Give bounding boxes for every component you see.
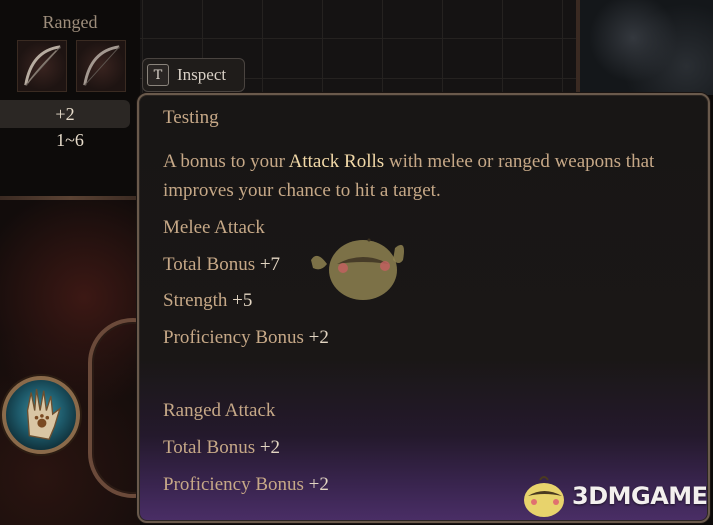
- tooltip-description: A bonus to your Attack Rolls with melee …: [163, 147, 703, 205]
- inspect-key-hint: T: [147, 64, 169, 86]
- stat-label: Total Bonus: [163, 254, 256, 275]
- hand-spell-button[interactable]: [2, 376, 80, 454]
- ranged-weapon-slot-2[interactable]: [76, 40, 126, 92]
- ranged-attack-heading: Ranged Attack: [163, 400, 276, 421]
- bow-icon: [83, 45, 120, 86]
- watermark-text: 3DMGAME: [572, 482, 708, 510]
- ranged-weapon-slot-1[interactable]: [17, 40, 67, 92]
- melee-total-bonus-row: Total Bonus +7: [163, 254, 280, 276]
- hand-icon: [26, 388, 62, 440]
- ranged-proficiency-row: Proficiency Bonus +2: [163, 474, 329, 496]
- bow-icon: [24, 45, 61, 86]
- stat-value: +5: [232, 290, 253, 311]
- stat-value: +2: [259, 437, 281, 458]
- inspect-label: Inspect: [177, 65, 227, 84]
- description-prefix: A bonus to your: [163, 151, 289, 172]
- melee-proficiency-row: Proficiency Bonus +2: [163, 327, 329, 349]
- attack-rolls-keyword[interactable]: Attack Rolls: [289, 151, 385, 172]
- stat-value: +2: [308, 327, 329, 348]
- scene-background: [580, 0, 713, 95]
- stat-value: +2: [308, 474, 329, 495]
- stat-label: Proficiency Bonus: [163, 327, 304, 348]
- ranged-total-bonus-row: Total Bonus +2: [163, 437, 280, 459]
- mascot-watermark: [307, 220, 407, 306]
- damage-range-value: 1~6: [56, 130, 84, 150]
- stat-label: Total Bonus: [163, 437, 256, 458]
- attack-bonus-tooltip: Testing A bonus to your Attack Rolls wit…: [137, 93, 710, 523]
- stat-value: +7: [259, 254, 281, 275]
- site-watermark: 3DMGAME: [518, 472, 708, 520]
- stat-label: Strength: [163, 290, 228, 311]
- chick-logo-icon: [524, 476, 564, 517]
- melee-strength-row: Strength +5: [163, 290, 252, 312]
- ranged-section-title: Ranged: [42, 12, 98, 32]
- attack-bonus-value: +2: [0, 100, 130, 128]
- inspect-button[interactable]: T Inspect: [142, 58, 245, 92]
- stat-label: Proficiency Bonus: [163, 474, 304, 495]
- tooltip-title: Testing: [163, 107, 219, 128]
- melee-attack-heading: Melee Attack: [163, 217, 265, 238]
